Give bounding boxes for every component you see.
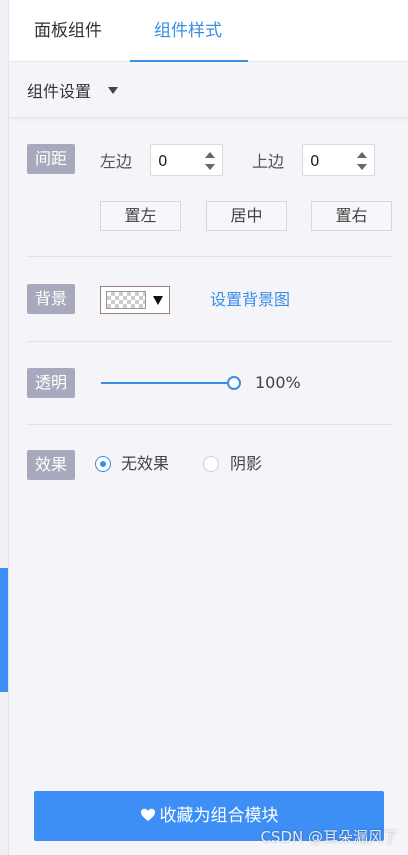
transparent-swatch [106, 291, 146, 309]
opacity-value: 100% [255, 373, 301, 392]
opacity-slider-track[interactable] [101, 382, 235, 384]
caret-down-icon [153, 296, 163, 305]
spin-down-icon[interactable] [205, 164, 215, 170]
tab-bar: 面板组件 组件样式 [9, 0, 408, 62]
spin-up-icon[interactable] [357, 152, 367, 158]
align-left-button[interactable]: 置左 [100, 201, 181, 231]
component-panel: 面板组件 组件样式 组件设置 间距 左边 0 上边 0 置左 居中 置右 背景 … [9, 0, 408, 855]
top-spacing-value: 0 [310, 152, 320, 170]
tab-component-style[interactable]: 组件样式 [154, 0, 222, 62]
left-rail-accent [0, 568, 8, 692]
heart-icon [140, 808, 155, 821]
divider [27, 424, 393, 425]
left-spacing-input[interactable]: 0 [150, 144, 223, 176]
tab-panel-components[interactable]: 面板组件 [34, 0, 102, 62]
set-background-image-link[interactable]: 设置背景图 [210, 288, 290, 312]
left-spacing-value: 0 [158, 152, 168, 170]
save-as-module-label: 收藏为组合模块 [159, 806, 279, 826]
caret-down-icon [108, 87, 118, 94]
background-tag: 背景 [27, 284, 75, 314]
top-spacing-label: 上边 [252, 152, 285, 171]
spin-down-icon[interactable] [357, 164, 367, 170]
left-spacing-label: 左边 [100, 152, 133, 171]
spin-up-icon[interactable] [205, 152, 215, 158]
opacity-slider-thumb[interactable] [227, 376, 241, 390]
radio-no-effect[interactable] [95, 456, 111, 472]
opacity-tag: 透明 [27, 368, 75, 398]
no-effect-label[interactable]: 无效果 [121, 453, 169, 475]
effect-tag: 效果 [27, 450, 75, 480]
top-spacing-input[interactable]: 0 [302, 144, 375, 176]
align-right-button[interactable]: 置右 [311, 201, 392, 231]
component-settings-header[interactable]: 组件设置 [9, 66, 408, 118]
shadow-label[interactable]: 阴影 [230, 453, 262, 475]
align-center-button[interactable]: 居中 [206, 201, 287, 231]
divider [27, 341, 393, 342]
csdn-watermark: CSDN @耳朵漏风了 [260, 828, 398, 846]
active-tab-underline [130, 60, 248, 62]
background-color-picker[interactable] [100, 286, 170, 314]
divider [27, 256, 393, 257]
component-settings-title: 组件设置 [27, 82, 92, 101]
spacing-tag: 间距 [27, 144, 75, 174]
left-rail [0, 0, 9, 855]
radio-shadow[interactable] [203, 456, 219, 472]
